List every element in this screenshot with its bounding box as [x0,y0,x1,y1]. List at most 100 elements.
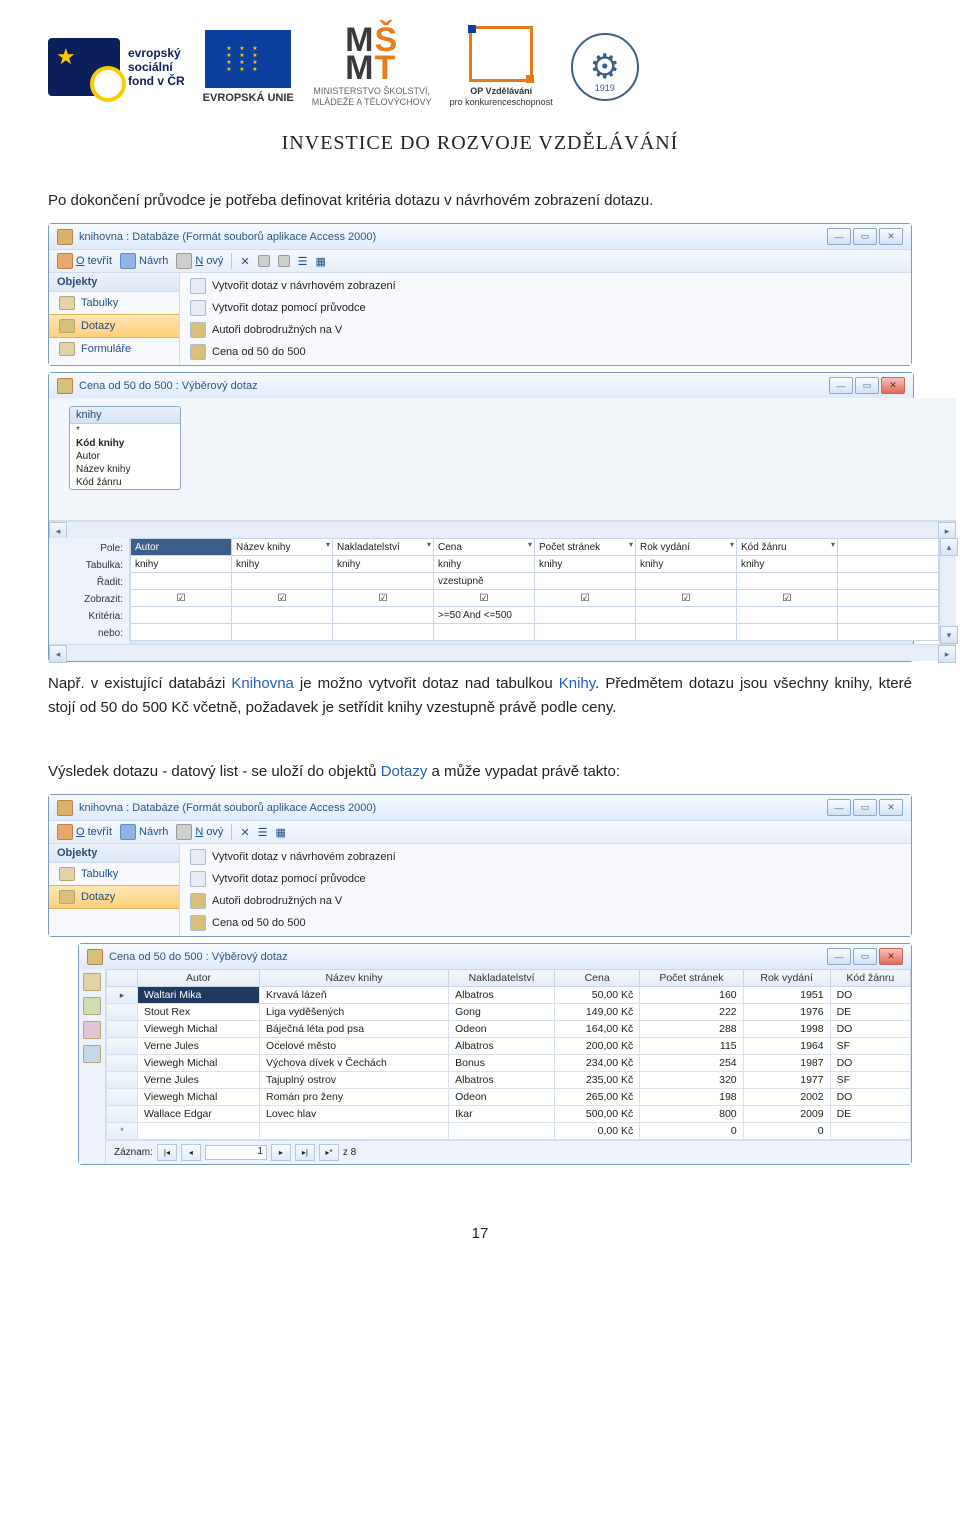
grid-cell-field[interactable]: Rok vydání [636,539,737,556]
minimize-button[interactable]: — [827,799,851,816]
cell[interactable]: 0,00 Kč [555,1123,640,1140]
sidebar-item-queries[interactable]: Dotazy [49,885,179,909]
table-row[interactable]: Verne JulesTajuplný ostrovAlbatros235,00… [107,1072,911,1089]
grid-cell-field[interactable]: Počet stránek [535,539,636,556]
cell[interactable]: 200,00 Kč [555,1038,640,1055]
field[interactable]: Kód žánru [70,476,180,489]
cell[interactable]: DO [830,1021,910,1038]
cell[interactable]: Verne Jules [138,1038,260,1055]
cell[interactable]: DO [830,1055,910,1072]
grid-cell-table[interactable]: knihy [636,556,737,573]
scrollbar-vertical[interactable]: ▴▾ [939,538,956,644]
cell[interactable]: 1987 [743,1055,830,1072]
cell[interactable]: Waltari Mika [138,987,260,1004]
delete-icon[interactable]: ✕ [240,826,249,839]
cell[interactable]: Liga vyděšených [260,1004,449,1021]
table-row[interactable]: Verne JulesOcelové městoAlbatros200,00 K… [107,1038,911,1055]
cell[interactable]: 0 [743,1123,830,1140]
row-selector[interactable] [107,1055,138,1072]
query-tables-pane[interactable]: knihy * Kód knihy Autor Název knihy Kód … [49,398,956,521]
cell[interactable] [830,1123,910,1140]
column-header[interactable]: Cena [555,970,640,987]
grid-cell-or[interactable] [232,624,333,641]
cell[interactable]: 320 [640,1072,743,1089]
grid-cell-or[interactable] [737,624,838,641]
cell[interactable] [449,1123,555,1140]
sidebar-item-tables[interactable]: Tabulky [49,863,179,885]
design-button[interactable]: Návrh [120,253,168,269]
design-grid-table[interactable]: AutorNázev knihyNakladatelstvíCenaPočet … [130,538,939,641]
view-large-icon[interactable] [258,255,270,267]
design-button[interactable]: Návrh [120,824,168,840]
cell[interactable]: Albatros [449,987,555,1004]
cell[interactable]: SF [830,1072,910,1089]
grid-cell-field[interactable]: Kód žánru [737,539,838,556]
grid-cell-sort[interactable] [131,573,232,590]
cell[interactable]: 149,00 Kč [555,1004,640,1021]
grid-cell-or[interactable] [131,624,232,641]
grid-cell-field[interactable]: Nakladatelství [333,539,434,556]
view-details-icon[interactable]: ▦ [316,255,326,268]
grid-cell-field[interactable]: Cena [434,539,535,556]
maximize-button[interactable]: ▭ [853,228,877,245]
delete-icon[interactable]: ✕ [240,255,249,268]
grid-cell-sort[interactable]: vzestupně [434,573,535,590]
object-item[interactable]: Autoři dobrodružných na V [180,319,911,341]
view-small-icon[interactable] [278,255,290,267]
grid-cell-table[interactable]: knihy [232,556,333,573]
cell[interactable] [138,1123,260,1140]
grid-cell-or[interactable] [333,624,434,641]
grid-cell-table[interactable]: knihy [131,556,232,573]
cell[interactable]: Viewegh Michal [138,1055,260,1072]
cell[interactable]: Lovec hlav [260,1106,449,1123]
maximize-button[interactable]: ▭ [853,799,877,816]
column-header[interactable]: Kód žánru [830,970,910,987]
cell[interactable]: 1998 [743,1021,830,1038]
column-header[interactable]: Nakladatelství [449,970,555,987]
cell[interactable]: SF [830,1038,910,1055]
grid-cell-sort[interactable] [737,573,838,590]
cell[interactable]: Krvavá lázeň [260,987,449,1004]
table-row[interactable]: Wallace EdgarLovec hlavIkar500,00 Kč8002… [107,1106,911,1123]
grid-cell-field[interactable]: Název knihy [232,539,333,556]
tool-icon[interactable] [83,973,101,991]
cell[interactable]: 2002 [743,1089,830,1106]
column-header[interactable]: Název knihy [260,970,449,987]
close-button[interactable]: ✕ [879,228,903,245]
field[interactable]: * [70,424,180,437]
grid-cell-criteria[interactable] [131,607,232,624]
nav-position-input[interactable]: 1 [205,1145,267,1160]
cell[interactable] [260,1123,449,1140]
close-button[interactable]: ✕ [879,948,903,965]
cell[interactable]: 1951 [743,987,830,1004]
object-item[interactable]: Autoři dobrodružných na V [180,890,911,912]
grid-cell-show[interactable]: ☑ [434,590,535,607]
cell[interactable]: Gong [449,1004,555,1021]
grid-cell-sort[interactable] [232,573,333,590]
grid-cell-or[interactable] [434,624,535,641]
cell[interactable]: 198 [640,1089,743,1106]
column-header[interactable]: Počet stránek [640,970,743,987]
cell[interactable]: 160 [640,987,743,1004]
cell[interactable]: Albatros [449,1038,555,1055]
cell[interactable]: Ocelové město [260,1038,449,1055]
view-list-icon[interactable]: ☰ [298,255,308,268]
cell[interactable]: 1977 [743,1072,830,1089]
cell[interactable]: Román pro ženy [260,1089,449,1106]
cell[interactable]: Odeon [449,1021,555,1038]
grid-cell-table[interactable]: knihy [333,556,434,573]
grid-cell-criteria[interactable] [737,607,838,624]
table-row-new[interactable]: *0,00 Kč00 [107,1123,911,1140]
row-selector[interactable] [107,1106,138,1123]
cell[interactable]: 288 [640,1021,743,1038]
object-item[interactable]: Cena od 50 do 500 [180,912,911,934]
cell[interactable]: DE [830,1106,910,1123]
cell[interactable]: Bonus [449,1055,555,1072]
grid-cell-table[interactable]: knihy [434,556,535,573]
grid-cell-sort[interactable] [333,573,434,590]
cell[interactable]: DO [830,1089,910,1106]
table-row[interactable]: Viewegh MichalRomán pro ženyOdeon265,00 … [107,1089,911,1106]
row-selector[interactable]: * [107,1123,138,1140]
cell[interactable]: 254 [640,1055,743,1072]
nav-last-button[interactable]: ▸| [295,1144,315,1161]
